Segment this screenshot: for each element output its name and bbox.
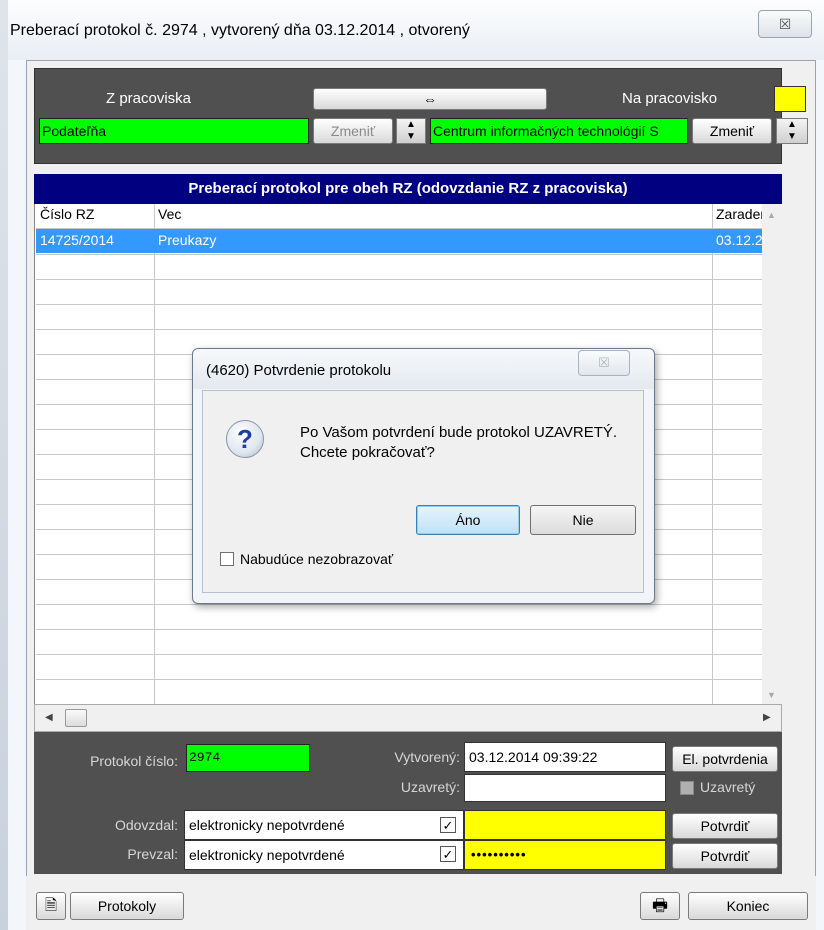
cell-cislo: 14725/2014	[40, 232, 114, 248]
row-line	[36, 679, 764, 680]
dont-show-checkbox[interactable]	[220, 552, 234, 566]
document-icon: 🗎	[44, 897, 58, 914]
odovzdal-label: Odovzdal:	[114, 817, 178, 833]
row-line	[36, 654, 764, 655]
swap-button[interactable]: ⇔	[313, 88, 547, 110]
column-header-vec[interactable]: Vec	[158, 206, 181, 222]
el-potvrdenia-button[interactable]: El. potvrdenia	[672, 746, 778, 772]
cell-zaradeny: 03.12.201	[716, 232, 762, 248]
close-button[interactable]: ☒	[758, 10, 812, 38]
document-button[interactable]: 🗎	[36, 892, 66, 920]
row-line	[36, 304, 764, 305]
dialog-close-button[interactable]: ☒	[578, 350, 630, 376]
scroll-thumb[interactable]	[65, 709, 87, 727]
to-workplace-field[interactable]: Centrum informačných technológií S	[430, 118, 688, 144]
koniec-button[interactable]: Koniec	[688, 892, 808, 920]
prevzal-label: Prevzal:	[127, 846, 178, 862]
dialog-message-line1: Po Vašom potvrdení bude protokol UZAVRET…	[300, 424, 618, 441]
dialog-message-line2: Chcete pokračovať?	[300, 444, 435, 461]
printer-icon: 🖶	[651, 896, 669, 915]
spin-down-icon: ▼	[406, 131, 416, 142]
horizontal-scrollbar[interactable]: ◀ ▶	[34, 704, 782, 732]
odovzdal-checkbox[interactable]: ✓	[440, 817, 456, 833]
odovzdal-field[interactable]: elektronicky nepotvrdené	[184, 810, 464, 840]
to-spinner[interactable]: ▲ ▼	[776, 118, 808, 144]
spin-up-icon: ▲	[406, 119, 416, 130]
row-line	[36, 329, 764, 330]
scroll-up-icon[interactable]: ▲	[767, 210, 776, 220]
transfer-panel	[34, 68, 782, 164]
row-line	[36, 604, 764, 605]
print-button[interactable]: 🖶	[640, 892, 680, 920]
protokol-number-field[interactable]: 2974	[186, 744, 310, 772]
vytvoreny-label: Vytvorený:	[394, 749, 460, 765]
row-line	[36, 279, 764, 280]
from-spinner[interactable]: ▲ ▼	[396, 118, 426, 144]
prevzal-confirm-button[interactable]: Potvrdiť	[672, 843, 778, 869]
prevzal-field[interactable]: elektronicky nepotvrdené	[184, 840, 464, 870]
odovzdal-confirm-button[interactable]: Potvrdiť	[672, 813, 778, 839]
uzavrety-checkbox[interactable]	[680, 781, 694, 795]
scroll-right-icon[interactable]: ▶	[763, 712, 771, 723]
uzavrety-field[interactable]	[464, 774, 666, 802]
to-color-swatch	[774, 86, 806, 112]
from-workplace-field[interactable]: Podateľňa	[39, 118, 309, 144]
spin-down-icon: ▼	[787, 131, 797, 142]
yes-button[interactable]: Áno	[416, 505, 520, 535]
prevzal-password-field[interactable]: ••••••••••	[464, 840, 666, 870]
question-icon: ?	[226, 420, 264, 458]
table-row[interactable]: 14725/2014 Preukazy 03.12.201	[36, 229, 762, 253]
background-strip	[0, 0, 8, 930]
to-label: Na pracovisko	[622, 90, 718, 107]
swap-icon: ⇔	[423, 91, 437, 107]
odovzdal-password-field[interactable]	[464, 810, 666, 840]
grid-title: Preberací protokol pre obeh RZ (odovzdan…	[34, 174, 782, 204]
column-header-cislo[interactable]: Číslo RZ	[40, 206, 94, 222]
from-label: Z pracoviska	[106, 90, 192, 107]
uzavrety-label: Uzavretý:	[400, 779, 460, 795]
scroll-left-icon[interactable]: ◀	[45, 712, 53, 723]
prevzal-checkbox[interactable]: ✓	[440, 846, 456, 862]
to-change-button[interactable]: Zmeniť	[692, 118, 772, 144]
dialog-title: (4620) Potvrdenie protokolu	[206, 362, 392, 379]
window-title: Preberací protokol č. 2974 , vytvorený d…	[10, 22, 470, 39]
from-change-button[interactable]: Zmeniť	[313, 118, 393, 144]
uzavrety-checkbox-label: Uzavretý	[700, 779, 756, 795]
cell-vec: Preukazy	[158, 232, 217, 248]
protokoly-button[interactable]: Protokoly	[70, 892, 184, 920]
row-line	[36, 254, 764, 255]
no-button[interactable]: Nie	[530, 505, 636, 535]
protokol-label: Protokol číslo:	[90, 753, 178, 769]
spin-up-icon: ▲	[787, 119, 797, 130]
vertical-scrollbar[interactable]: ▲ ▼	[762, 204, 782, 704]
row-line	[36, 629, 764, 630]
vytvoreny-field[interactable]: 03.12.2014 09:39:22	[464, 742, 666, 772]
dont-show-label: Nabudúce nezobrazovať	[240, 551, 394, 567]
scroll-down-icon[interactable]: ▼	[767, 690, 776, 700]
